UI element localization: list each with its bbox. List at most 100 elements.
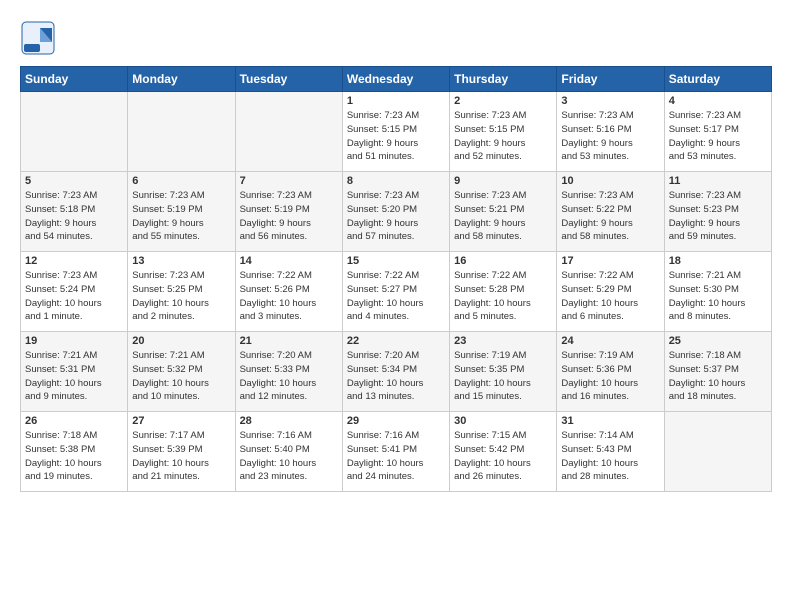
day-cell: 21 Sunrise: 7:20 AM Sunset: 5:33 PM Dayli… [235, 332, 342, 412]
day-cell: 23 Sunrise: 7:19 AM Sunset: 5:35 PM Dayli… [450, 332, 557, 412]
day-info: Sunrise: 7:23 AM Sunset: 5:25 PM Dayligh… [132, 269, 230, 324]
day-cell: 3 Sunrise: 7:23 AM Sunset: 5:16 PM Daylig… [557, 92, 664, 172]
week-row-5: 26 Sunrise: 7:18 AM Sunset: 5:38 PM Dayli… [21, 412, 772, 492]
day-number: 11 [669, 175, 767, 187]
day-number: 21 [240, 335, 338, 347]
day-number: 16 [454, 255, 552, 267]
day-cell: 27 Sunrise: 7:17 AM Sunset: 5:39 PM Dayli… [128, 412, 235, 492]
day-cell: 29Sunrise: 7:16 AM Sunset: 5:41 PM Dayli… [342, 412, 449, 492]
day-cell [664, 412, 771, 492]
day-number: 28 [240, 415, 338, 427]
day-info: Sunrise: 7:23 AM Sunset: 5:15 PM Dayligh… [454, 109, 552, 164]
day-info: Sunrise: 7:20 AM Sunset: 5:34 PM Dayligh… [347, 349, 445, 404]
day-cell: 31 Sunrise: 7:14 AM Sunset: 5:43 PM Dayli… [557, 412, 664, 492]
day-cell: 24 Sunrise: 7:19 AM Sunset: 5:36 PM Dayli… [557, 332, 664, 412]
day-cell: 10 Sunrise: 7:23 AM Sunset: 5:22 PM Dayli… [557, 172, 664, 252]
day-number: 15 [347, 255, 445, 267]
day-cell: 7 Sunrise: 7:23 AM Sunset: 5:19 PM Daylig… [235, 172, 342, 252]
day-number: 23 [454, 335, 552, 347]
logo-icon [20, 20, 56, 56]
day-info: Sunrise: 7:21 AM Sunset: 5:30 PM Dayligh… [669, 269, 767, 324]
day-number: 2 [454, 95, 552, 107]
day-info: Sunrise: 7:23 AM Sunset: 5:17 PM Dayligh… [669, 109, 767, 164]
day-number: 27 [132, 415, 230, 427]
day-cell: 1 Sunrise: 7:23 AM Sunset: 5:15 PM Daylig… [342, 92, 449, 172]
week-row-2: 5Sunrise: 7:23 AM Sunset: 5:18 PM Daylig… [21, 172, 772, 252]
day-number: 14 [240, 255, 338, 267]
day-info: Sunrise: 7:14 AM Sunset: 5:43 PM Dayligh… [561, 429, 659, 484]
day-cell: 11 Sunrise: 7:23 AM Sunset: 5:23 PM Dayli… [664, 172, 771, 252]
day-info: Sunrise: 7:16 AM Sunset: 5:41 PM Dayligh… [347, 429, 445, 484]
day-cell: 9 Sunrise: 7:23 AM Sunset: 5:21 PM Daylig… [450, 172, 557, 252]
day-info: Sunrise: 7:15 AM Sunset: 5:42 PM Dayligh… [454, 429, 552, 484]
weekday-header-tuesday: Tuesday [235, 67, 342, 92]
calendar-table: SundayMondayTuesdayWednesdayThursdayFrid… [20, 66, 772, 492]
day-cell: 4 Sunrise: 7:23 AM Sunset: 5:17 PM Daylig… [664, 92, 771, 172]
day-number: 3 [561, 95, 659, 107]
day-number: 1 [347, 95, 445, 107]
day-number: 19 [25, 335, 123, 347]
logo [20, 20, 60, 56]
day-number: 31 [561, 415, 659, 427]
day-info: Sunrise: 7:23 AM Sunset: 5:23 PM Dayligh… [669, 189, 767, 244]
weekday-header-sunday: Sunday [21, 67, 128, 92]
day-number: 8 [347, 175, 445, 187]
day-number: 12 [25, 255, 123, 267]
day-cell: 15 Sunrise: 7:22 AM Sunset: 5:27 PM Dayli… [342, 252, 449, 332]
day-cell: 26 Sunrise: 7:18 AM Sunset: 5:38 PM Dayli… [21, 412, 128, 492]
day-cell: 20Sunrise: 7:21 AM Sunset: 5:32 PM Dayli… [128, 332, 235, 412]
day-info: Sunrise: 7:23 AM Sunset: 5:15 PM Dayligh… [347, 109, 445, 164]
day-info: Sunrise: 7:22 AM Sunset: 5:29 PM Dayligh… [561, 269, 659, 324]
day-cell: 5Sunrise: 7:23 AM Sunset: 5:18 PM Daylig… [21, 172, 128, 252]
day-info: Sunrise: 7:23 AM Sunset: 5:24 PM Dayligh… [25, 269, 123, 324]
day-number: 17 [561, 255, 659, 267]
day-cell: 14 Sunrise: 7:22 AM Sunset: 5:26 PM Dayli… [235, 252, 342, 332]
day-cell: 2 Sunrise: 7:23 AM Sunset: 5:15 PM Daylig… [450, 92, 557, 172]
day-number: 13 [132, 255, 230, 267]
day-cell: 6Sunrise: 7:23 AM Sunset: 5:19 PM Daylig… [128, 172, 235, 252]
day-cell: 25 Sunrise: 7:18 AM Sunset: 5:37 PM Dayli… [664, 332, 771, 412]
day-number: 6 [132, 175, 230, 187]
day-number: 24 [561, 335, 659, 347]
day-info: Sunrise: 7:23 AM Sunset: 5:16 PM Dayligh… [561, 109, 659, 164]
week-row-3: 12 Sunrise: 7:23 AM Sunset: 5:24 PM Dayli… [21, 252, 772, 332]
day-info: Sunrise: 7:17 AM Sunset: 5:39 PM Dayligh… [132, 429, 230, 484]
day-number: 10 [561, 175, 659, 187]
day-info: Sunrise: 7:19 AM Sunset: 5:35 PM Dayligh… [454, 349, 552, 404]
day-number: 25 [669, 335, 767, 347]
day-info: Sunrise: 7:22 AM Sunset: 5:28 PM Dayligh… [454, 269, 552, 324]
day-number: 7 [240, 175, 338, 187]
weekday-header-wednesday: Wednesday [342, 67, 449, 92]
weekday-header-thursday: Thursday [450, 67, 557, 92]
day-number: 4 [669, 95, 767, 107]
day-info: Sunrise: 7:19 AM Sunset: 5:36 PM Dayligh… [561, 349, 659, 404]
day-cell: 16 Sunrise: 7:22 AM Sunset: 5:28 PM Dayli… [450, 252, 557, 332]
day-number: 5 [25, 175, 123, 187]
day-number: 18 [669, 255, 767, 267]
weekday-header-friday: Friday [557, 67, 664, 92]
day-number: 9 [454, 175, 552, 187]
weekday-header-row: SundayMondayTuesdayWednesdayThursdayFrid… [21, 67, 772, 92]
day-number: 30 [454, 415, 552, 427]
day-info: Sunrise: 7:22 AM Sunset: 5:27 PM Dayligh… [347, 269, 445, 324]
day-cell: 18 Sunrise: 7:21 AM Sunset: 5:30 PM Dayli… [664, 252, 771, 332]
day-info: Sunrise: 7:18 AM Sunset: 5:38 PM Dayligh… [25, 429, 123, 484]
day-info: Sunrise: 7:23 AM Sunset: 5:22 PM Dayligh… [561, 189, 659, 244]
day-cell: 17 Sunrise: 7:22 AM Sunset: 5:29 PM Dayli… [557, 252, 664, 332]
day-info: Sunrise: 7:21 AM Sunset: 5:32 PM Dayligh… [132, 349, 230, 404]
day-info: Sunrise: 7:23 AM Sunset: 5:19 PM Dayligh… [240, 189, 338, 244]
day-cell: 8Sunrise: 7:23 AM Sunset: 5:20 PM Daylig… [342, 172, 449, 252]
week-row-1: 1 Sunrise: 7:23 AM Sunset: 5:15 PM Daylig… [21, 92, 772, 172]
day-cell: 30 Sunrise: 7:15 AM Sunset: 5:42 PM Dayli… [450, 412, 557, 492]
day-info: Sunrise: 7:22 AM Sunset: 5:26 PM Dayligh… [240, 269, 338, 324]
day-info: Sunrise: 7:21 AM Sunset: 5:31 PM Dayligh… [25, 349, 123, 404]
page-header [20, 20, 772, 56]
day-info: Sunrise: 7:20 AM Sunset: 5:33 PM Dayligh… [240, 349, 338, 404]
day-cell [128, 92, 235, 172]
day-info: Sunrise: 7:23 AM Sunset: 5:21 PM Dayligh… [454, 189, 552, 244]
day-number: 26 [25, 415, 123, 427]
day-cell: 13 Sunrise: 7:23 AM Sunset: 5:25 PM Dayli… [128, 252, 235, 332]
day-info: Sunrise: 7:18 AM Sunset: 5:37 PM Dayligh… [669, 349, 767, 404]
day-info: Sunrise: 7:16 AM Sunset: 5:40 PM Dayligh… [240, 429, 338, 484]
day-cell: 22Sunrise: 7:20 AM Sunset: 5:34 PM Dayli… [342, 332, 449, 412]
